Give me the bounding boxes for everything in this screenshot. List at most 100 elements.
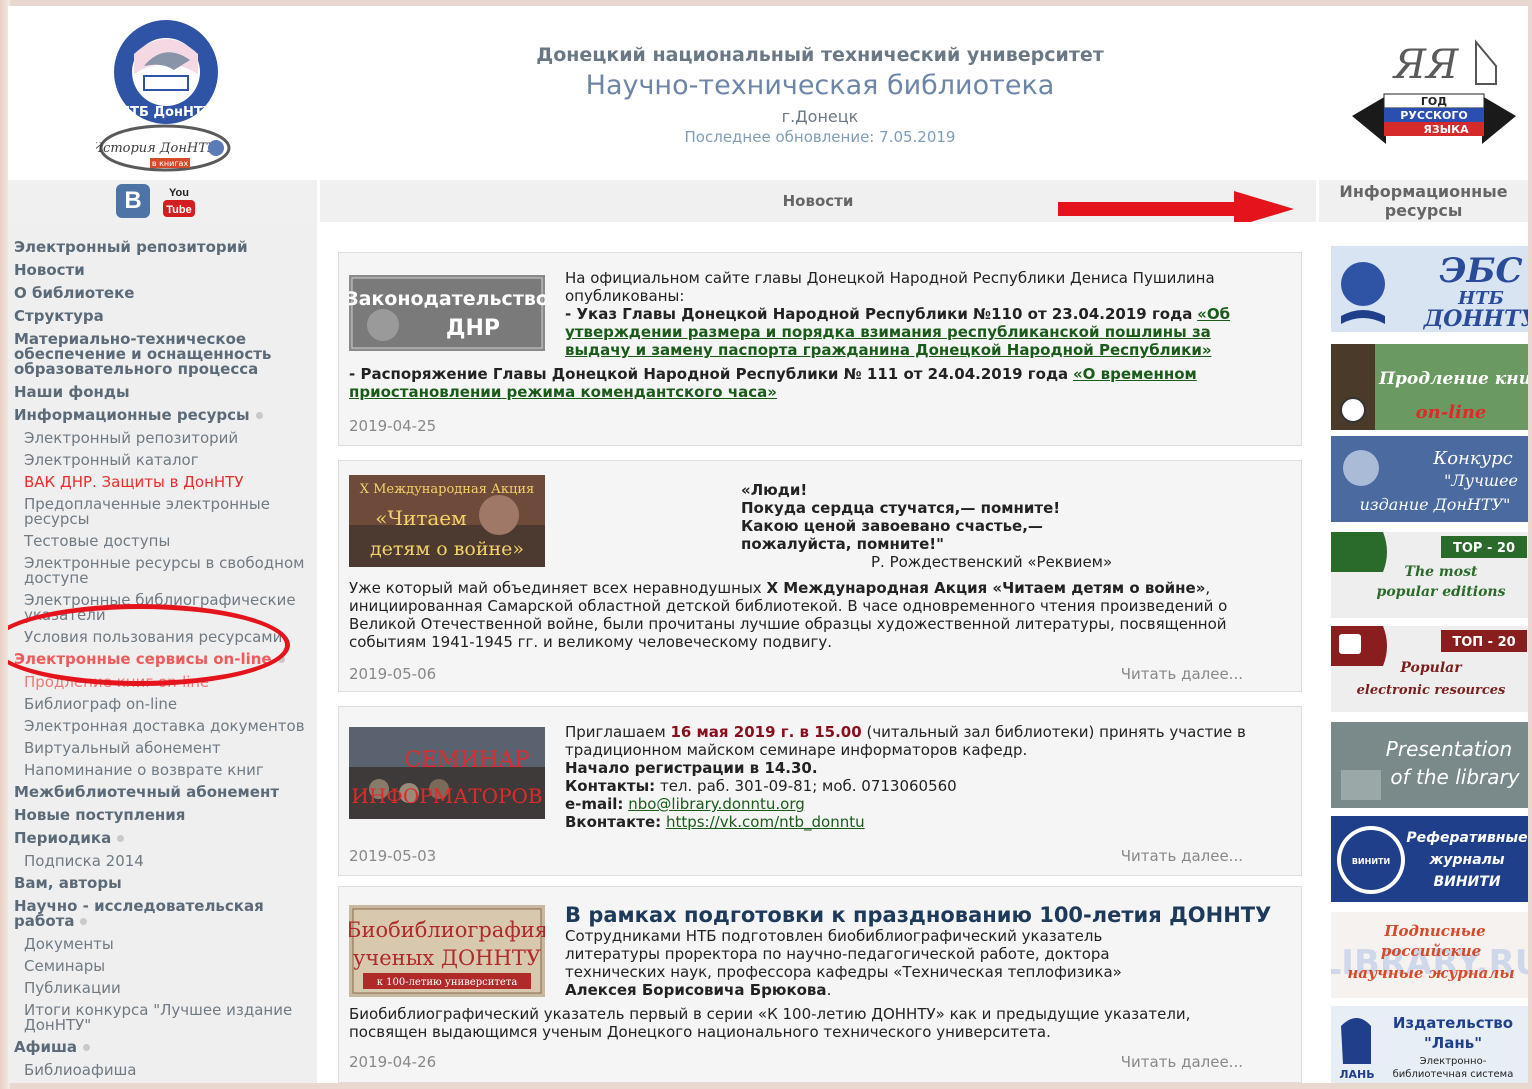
nav-about[interactable]: О библиотеке bbox=[14, 286, 310, 301]
university-name: Донецкий национальный технический универ… bbox=[536, 44, 1104, 66]
svg-text:РУССКОГО: РУССКОГО bbox=[1400, 109, 1467, 122]
svg-text:ЯЯ: ЯЯ bbox=[1392, 42, 1459, 88]
sub-return-reminder[interactable]: Напоминание о возврате книг bbox=[24, 763, 310, 778]
youtube-icon[interactable]: You Tube bbox=[160, 182, 198, 220]
news-column: Законодательство ДНР На официальном сайт… bbox=[320, 222, 1316, 1083]
news-post: X Международная Акция «Читаем детям о во… bbox=[338, 460, 1302, 692]
invite-start: Приглашаем bbox=[565, 723, 666, 741]
sub-virtual-subscription[interactable]: Виртуальный абонемент bbox=[24, 741, 310, 756]
svg-text:ДНР: ДНР bbox=[446, 316, 500, 341]
sub-electronic-repository[interactable]: Электронный репозиторий bbox=[24, 431, 310, 446]
lan-ebs-banner[interactable]: ЛАНЬ Издательство "Лань" Электронно- биб… bbox=[1331, 1006, 1528, 1083]
svg-text:"Лучшее: "Лучшее bbox=[1444, 471, 1518, 490]
svg-text:Подписные: Подписные bbox=[1383, 922, 1485, 940]
biobibliography-image[interactable]: Биобиблиография ученых ДОННТУ к 100-лети… bbox=[349, 905, 545, 997]
nav-material-support[interactable]: Материально-техническое обеспечение и ос… bbox=[14, 332, 310, 377]
city: г.Донецк bbox=[781, 107, 859, 126]
svg-text:ЭБС: ЭБС bbox=[1439, 251, 1522, 291]
svg-text:on-line: on-line bbox=[1416, 402, 1487, 423]
contacts-phones: тел. раб. 301-09-81; моб. 0713060560 bbox=[659, 777, 957, 795]
read-more-link[interactable]: Читать далее... bbox=[1121, 1053, 1243, 1071]
post-title[interactable]: В рамках подготовки к празднованию 100-л… bbox=[565, 903, 1285, 927]
nav-interlibrary-loan[interactable]: Межбиблиотечный абонемент bbox=[14, 785, 310, 800]
svg-text:ВИНИТИ: ВИНИТИ bbox=[1352, 857, 1390, 866]
right-sidebar: ЭБС НТБ ДОННТУ Продление кни on-line Кон… bbox=[1319, 222, 1528, 1083]
ebs-ntb-banner[interactable]: ЭБС НТБ ДОННТУ bbox=[1331, 246, 1528, 332]
svg-text:к 100-летию университета: к 100-летию университета bbox=[377, 977, 518, 988]
year-of-russian-language-logo[interactable]: ЯЯ ГОД РУССКОГО ЯЗЫКА bbox=[1346, 36, 1522, 152]
post-author-name: Алексея Борисовича Брюкова bbox=[565, 981, 827, 999]
post-body-2: - Распоряжение Главы Донецкой Народной Р… bbox=[349, 365, 1279, 401]
bullet-icon bbox=[255, 412, 263, 419]
nav-info-resources-label: Информационные ресурсы bbox=[14, 406, 250, 424]
svg-text:popular editions: popular editions bbox=[1377, 584, 1506, 600]
svg-text:СЕМИНАР: СЕМИНАР bbox=[404, 748, 529, 773]
nav-info-resources[interactable]: Информационные ресурсы bbox=[14, 408, 310, 423]
informers-seminar-image[interactable]: СЕМИНАР ИНФОРМАТОРОВ bbox=[349, 727, 545, 819]
email-link[interactable]: nbo@library.donntu.org bbox=[628, 795, 805, 813]
post-body-2: Биобиблиографический указатель первый в … bbox=[349, 1005, 1191, 1041]
nav-afisha[interactable]: Афиша bbox=[14, 1040, 310, 1055]
post-date: 2019-05-06 bbox=[349, 665, 437, 683]
nav-electronic-repository[interactable]: Электронный репозиторий bbox=[14, 240, 310, 255]
post-date: 2019-04-26 bbox=[349, 1053, 437, 1071]
nav-afisha-label: Афиша bbox=[14, 1038, 78, 1056]
post-text-bold: X Международная Акция «Читаем детям о во… bbox=[766, 579, 1206, 597]
nav-new-arrivals[interactable]: Новые поступления bbox=[14, 808, 310, 823]
sub-documents[interactable]: Документы bbox=[24, 937, 310, 952]
nav-research[interactable]: Научно - исследовательская работа bbox=[14, 899, 310, 929]
sub-electronic-catalog[interactable]: Электронный каталог bbox=[24, 453, 310, 468]
legislation-dnr-image[interactable]: Законодательство ДНР bbox=[349, 275, 545, 351]
read-more-link[interactable]: Читать далее... bbox=[1121, 665, 1243, 683]
svg-text:ВИНИТИ: ВИНИТИ bbox=[1433, 874, 1500, 890]
nav-for-authors[interactable]: Вам, авторы bbox=[14, 876, 310, 891]
top20-popular-e-resources-banner[interactable]: ТОП - 20 Popular electronic resources bbox=[1331, 626, 1528, 712]
decree-1-title: - Указ Главы Донецкой Народной Республик… bbox=[565, 305, 1193, 323]
sub-free-resources[interactable]: Электронные ресурсы в свободном доступе bbox=[24, 556, 310, 586]
post-date: 2019-05-03 bbox=[349, 847, 437, 865]
bullet-icon bbox=[80, 918, 88, 925]
svg-text:издание ДонНТУ": издание ДонНТУ" bbox=[1360, 495, 1511, 514]
site-title: Донецкий национальный технический универ… bbox=[320, 44, 1320, 146]
sub-contest-results[interactable]: Итоги конкурса "Лучшее издание ДонНТУ" bbox=[24, 1003, 310, 1033]
svg-text:История ДонНТУ: История ДонНТУ bbox=[96, 141, 218, 156]
svg-text:ТОП - 20: ТОП - 20 bbox=[1452, 635, 1515, 650]
sub-subscription-2014[interactable]: Подписка 2014 bbox=[24, 854, 310, 869]
read-to-children-about-war-image[interactable]: X Международная Акция «Читаем детям о во… bbox=[349, 475, 545, 567]
vk-icon[interactable]: B bbox=[116, 184, 150, 218]
sub-test-access[interactable]: Тестовые доступы bbox=[24, 534, 310, 549]
nav-news[interactable]: Новости bbox=[14, 263, 310, 278]
viniti-abstract-journals-banner[interactable]: ВИНИТИ Реферативные журналы ВИНИТИ bbox=[1331, 816, 1528, 902]
ntb-donntu-logo[interactable]: НТБ ДонНТУ bbox=[104, 14, 228, 126]
svg-text:научные журналы: научные журналы bbox=[1347, 964, 1514, 982]
nav-periodicals[interactable]: Периодика bbox=[14, 831, 310, 846]
renew-books-online-banner[interactable]: Продление кни on-line bbox=[1331, 344, 1528, 430]
history-donntu-logo[interactable]: История ДонНТУ в книгах bbox=[96, 118, 234, 178]
top20-popular-editions-banner[interactable]: TOP - 20 The most popular editions bbox=[1331, 532, 1528, 618]
svg-text:в книгах: в книгах bbox=[152, 159, 189, 168]
best-edition-contest-banner[interactable]: Конкурс "Лучшее издание ДонНТУ" bbox=[1331, 436, 1528, 522]
svg-text:ученых ДОННТУ: ученых ДОННТУ bbox=[353, 946, 541, 970]
vk-link[interactable]: https://vk.com/ntb_donntu bbox=[666, 813, 865, 831]
social-bar: B You Tube bbox=[8, 180, 319, 222]
read-more-link[interactable]: Читать далее... bbox=[1121, 847, 1243, 865]
sub-bibliographer[interactable]: Библиограф on-line bbox=[24, 697, 310, 712]
post-intro: На официальном сайте главы Донецкой Наро… bbox=[565, 269, 1215, 305]
sub-seminars[interactable]: Семинары bbox=[24, 959, 310, 974]
sub-prepaid-resources[interactable]: Предоплаченные электронные ресурсы bbox=[24, 497, 310, 527]
contacts-label: Контакты: bbox=[565, 777, 656, 795]
sub-publications[interactable]: Публикации bbox=[24, 981, 310, 996]
nav-structure[interactable]: Структура bbox=[14, 309, 310, 324]
sub-vak-dnr[interactable]: ВАК ДНР. Защиты в ДонНТУ bbox=[24, 475, 310, 490]
left-sidebar: Электронный репозиторий Новости О библио… bbox=[8, 222, 317, 1083]
nav-our-funds[interactable]: Наши фонды bbox=[14, 385, 310, 400]
elibrary-journals-banner[interactable]: LIBRARY.RU Подписные российские научные … bbox=[1331, 912, 1528, 998]
sub-biblioafisha[interactable]: Библиоафиша bbox=[24, 1063, 310, 1078]
vk-label: Вконтакте: bbox=[565, 813, 662, 831]
sub-document-delivery[interactable]: Электронная доставка документов bbox=[24, 719, 310, 734]
svg-text:Presentation: Presentation bbox=[1386, 737, 1512, 761]
svg-text:The most: The most bbox=[1405, 564, 1478, 580]
poem-line: Какою ценой завоевано счастье,— bbox=[741, 517, 1043, 535]
presentation-of-library-banner[interactable]: Presentation of the library bbox=[1331, 722, 1528, 808]
bullet-icon bbox=[83, 1044, 91, 1051]
